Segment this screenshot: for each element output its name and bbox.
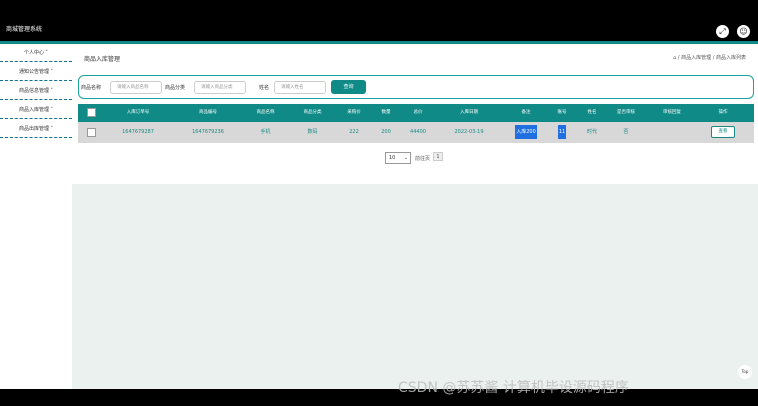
account-highlight: 11 (557, 125, 567, 139)
cell-approved: 否 (623, 129, 629, 135)
cell-category: 数码 (307, 129, 318, 135)
top-bar: 商城管理系统 ⤢ ☺ (0, 19, 758, 41)
cell-date: 2022-03-19 (454, 129, 484, 135)
header-price[interactable]: 采购价 (336, 104, 372, 122)
page-number-input[interactable]: 1 (433, 152, 443, 161)
table-row[interactable]: 1647679287 1647679236 手机 数码 222 200 4440… (78, 122, 754, 143)
app-body: 个人中心 ˅ 通知公告管理 ˅ 商品信息管理 ˅ 商品入库管理 ˅ 商品出库管理… (0, 44, 758, 389)
cell-person: 时代 (586, 129, 597, 135)
note-highlight: 入库200 (515, 125, 537, 139)
row-checkbox[interactable] (87, 128, 96, 137)
content-background: Top (72, 184, 758, 389)
header-person[interactable]: 姓名 (578, 104, 606, 122)
header-total[interactable]: 总价 (402, 104, 434, 122)
app-title: 商城管理系统 (6, 26, 43, 33)
main-content: 商品入库管理 ⌂ / 商品入库管理 / 商品入库列表 商品名称 请输入商品名称 … (72, 44, 758, 389)
product-category-input[interactable]: 请输入商品分类 (194, 81, 246, 94)
header-quantity[interactable]: 数量 (372, 104, 400, 122)
header-note[interactable]: 备注 (506, 104, 546, 122)
back-to-top-button[interactable]: Top (738, 365, 752, 379)
page-title: 商品入库管理 (84, 56, 121, 63)
product-name-label: 商品名称 (81, 85, 102, 91)
search-button[interactable]: 查询 (331, 80, 366, 94)
sidebar: 个人中心 ˅ 通知公告管理 ˅ 商品信息管理 ˅ 商品入库管理 ˅ 商品出库管理… (0, 44, 72, 389)
sidebar-item-stock-in[interactable]: 商品入库管理 ˅ (0, 101, 72, 119)
view-button[interactable]: 查看 (711, 126, 735, 138)
sidebar-item-product-info[interactable]: 商品信息管理 ˅ (0, 82, 72, 100)
search-panel: 商品名称 请输入商品名称 商品分类 请输入商品分类 姓名 请输入姓名 查询 (78, 75, 754, 99)
screen: 商城管理系统 ⤢ ☺ 个人中心 ˅ 通知公告管理 ˅ 商品信息管理 ˅ 商品入库… (0, 0, 758, 406)
chevron-down-icon: ⌄ (403, 155, 408, 161)
expand-icon[interactable]: ⤢ (716, 25, 729, 38)
header-reply[interactable]: 审核回复 (649, 104, 695, 122)
cell-product-no: 1647679236 (192, 129, 224, 135)
cell-quantity: 200 (381, 129, 391, 135)
breadcrumb[interactable]: ⌂ / 商品入库管理 / 商品入库列表 (673, 54, 746, 61)
watermark-text: CSDN @苏苏酱 计算机毕设源码程序 (398, 380, 629, 396)
person-name-label: 姓名 (259, 85, 270, 91)
person-name-input[interactable]: 请输入姓名 (274, 81, 326, 94)
sidebar-item-stock-out[interactable]: 商品出库管理 ˅ (0, 120, 72, 138)
cell-product-name: 手机 (260, 129, 271, 135)
header-account[interactable]: 账号 (548, 104, 576, 122)
header-action: 操作 (718, 110, 728, 115)
goto-label: 前往页 (415, 156, 431, 162)
product-name-input[interactable]: 请输入商品名称 (110, 81, 162, 94)
table-header: 入库订单号 商品编号 商品名称 商品分类 采购价 数量 总价 入库日期 备注 账… (78, 104, 754, 122)
user-icon[interactable]: ☺ (737, 25, 750, 38)
header-product-name[interactable]: 商品名称 (243, 104, 288, 122)
header-category[interactable]: 商品分类 (290, 104, 335, 122)
cell-total: 44400 (410, 129, 426, 135)
sidebar-item-notice[interactable]: 通知公告管理 ˅ (0, 63, 72, 81)
cell-order-no: 1647679287 (122, 129, 154, 135)
header-order-no[interactable]: 入库订单号 (108, 104, 168, 122)
header-date[interactable]: 入库日期 (444, 104, 494, 122)
cell-reply (649, 122, 695, 143)
cell-price: 222 (349, 129, 359, 135)
cell-note: 入库200 (506, 122, 546, 143)
page-size-value: 10 (389, 155, 396, 161)
sidebar-item-personal-center[interactable]: 个人中心 ˅ (0, 44, 72, 62)
product-category-label: 商品分类 (165, 85, 186, 91)
page-size-select[interactable]: 10 ⌄ (385, 152, 411, 164)
select-all-checkbox[interactable] (87, 108, 96, 117)
title-row: 商品入库管理 ⌂ / 商品入库管理 / 商品入库列表 (72, 44, 758, 72)
header-approved[interactable]: 是否审核 (607, 104, 645, 122)
header-product-no[interactable]: 商品编号 (178, 104, 238, 122)
cell-account: 11 (548, 122, 576, 143)
